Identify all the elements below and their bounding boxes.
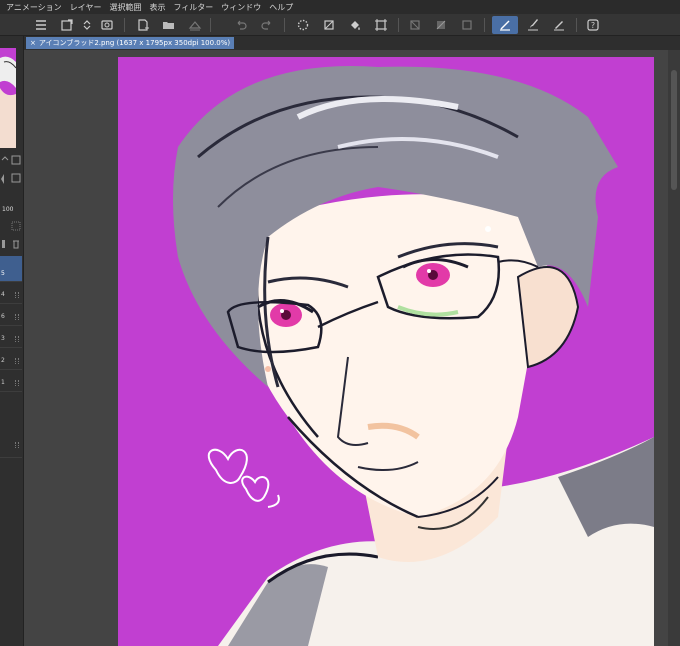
- document-tab-bar: × アイコンブラッド2.png (1637 x 1795px 350dpi 100…: [24, 36, 680, 50]
- undo-icon[interactable]: [232, 16, 250, 34]
- scrollbar-thumb[interactable]: [671, 70, 677, 190]
- drag-handle[interactable]: [15, 314, 19, 320]
- settings-icon[interactable]: [98, 16, 116, 34]
- toolbar-divider: [484, 18, 485, 32]
- toolbar-divider: [398, 18, 399, 32]
- navigator-thumbnail[interactable]: [0, 48, 16, 148]
- flip-icon[interactable]: [0, 172, 22, 188]
- fill-icon[interactable]: [346, 16, 364, 34]
- stepper-icon[interactable]: [78, 16, 96, 34]
- menu-window[interactable]: ウィンドウ: [221, 2, 261, 13]
- artwork-canvas[interactable]: [118, 57, 654, 646]
- help-icon[interactable]: ?: [584, 16, 602, 34]
- left-panel: 100 5 4 6 3 2 1: [0, 36, 24, 646]
- document-tab[interactable]: × アイコンブラッド2.png (1637 x 1795px 350dpi 100…: [26, 37, 235, 49]
- menu-animation[interactable]: アニメーション: [6, 2, 62, 13]
- toolbar-divider: [576, 18, 577, 32]
- command-toolbar: ?: [0, 14, 680, 36]
- new-canvas-icon[interactable]: [134, 16, 152, 34]
- pen-ruler-icon[interactable]: [492, 16, 518, 34]
- rotate-icon[interactable]: [0, 154, 22, 170]
- opacity-field[interactable]: 100: [0, 204, 22, 216]
- brush-icon[interactable]: [524, 16, 542, 34]
- trash-icon[interactable]: [0, 238, 22, 252]
- menu-help[interactable]: ヘルプ: [269, 2, 293, 13]
- layer-item[interactable]: 5: [0, 256, 22, 282]
- menu-icon[interactable]: [32, 16, 50, 34]
- menu-filter[interactable]: フィルター: [173, 2, 213, 13]
- vertical-scrollbar[interactable]: [668, 50, 680, 646]
- clear-icon[interactable]: [320, 16, 338, 34]
- toolbar-divider: [284, 18, 285, 32]
- layer-item[interactable]: 4: [0, 286, 22, 304]
- close-icon[interactable]: ×: [30, 39, 36, 47]
- character-illustration: [173, 66, 654, 646]
- selection-icon[interactable]: [432, 16, 450, 34]
- new-icon[interactable]: [58, 16, 76, 34]
- opacity-value: 100: [2, 206, 14, 213]
- document-tab-title: アイコンブラッド2.png (1637 x 1795px 350dpi 100.…: [38, 39, 231, 47]
- drag-handle[interactable]: [15, 336, 19, 342]
- drag-handle[interactable]: [15, 358, 19, 364]
- drag-handle[interactable]: [15, 292, 19, 298]
- layer-item[interactable]: 6: [0, 308, 22, 326]
- menu-layer[interactable]: レイヤー: [70, 2, 102, 13]
- pen-icon[interactable]: [550, 16, 568, 34]
- menu-selection[interactable]: 選択範囲: [109, 2, 141, 13]
- menu-bar: アニメーション レイヤー 選択範囲 表示 フィルター ウィンドウ ヘルプ: [0, 0, 680, 14]
- loading-icon[interactable]: [294, 16, 312, 34]
- selection-icon[interactable]: [406, 16, 424, 34]
- layer-mask-icon[interactable]: [0, 220, 22, 234]
- toolbar-divider: [124, 18, 125, 32]
- menu-view[interactable]: 表示: [149, 2, 165, 13]
- toolbar-divider: [210, 18, 211, 32]
- crop-icon[interactable]: [372, 16, 390, 34]
- drag-handle[interactable]: [15, 442, 19, 448]
- layer-item[interactable]: 1: [0, 374, 22, 392]
- layer-item[interactable]: [0, 436, 22, 458]
- open-icon[interactable]: [160, 16, 178, 34]
- layer-item[interactable]: 3: [0, 330, 22, 348]
- save-icon[interactable]: [186, 16, 204, 34]
- redo-icon[interactable]: [258, 16, 276, 34]
- svg-text:?: ?: [591, 21, 595, 30]
- drag-handle[interactable]: [15, 380, 19, 386]
- square-icon[interactable]: [458, 16, 476, 34]
- layer-item[interactable]: 2: [0, 352, 22, 370]
